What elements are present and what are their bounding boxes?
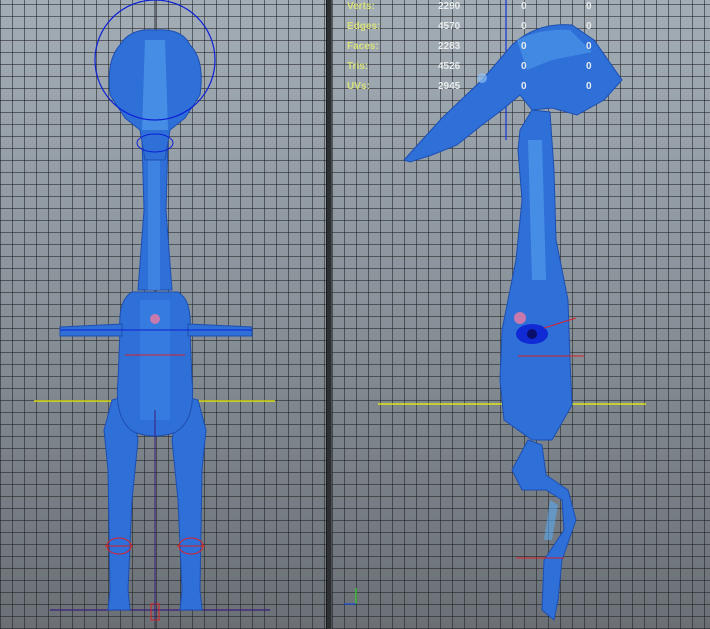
chest-joint[interactable] <box>150 314 160 324</box>
hud-row-edges: Edges: 4570 0 0 <box>347 20 627 40</box>
model-mesh-side[interactable] <box>403 24 623 621</box>
hud-label: Verts: <box>347 1 375 12</box>
hud-row-verts: Verts: 2290 0 0 <box>347 0 627 20</box>
hud-selected: 0 <box>521 1 527 12</box>
hud-selected: 0 <box>521 21 527 32</box>
hud-label: Edges: <box>347 21 381 32</box>
hud-selected: 0 <box>521 41 527 52</box>
hud-selected: 0 <box>521 61 527 72</box>
hud-component: 0 <box>586 1 592 12</box>
hud-row-uvs: UVs: 2945 0 0 <box>347 80 627 100</box>
hud-row-faces: Faces: 2283 0 0 <box>347 40 627 60</box>
hud-selected: 0 <box>521 81 527 92</box>
axis-gizmo <box>344 588 357 605</box>
center-joint-side[interactable] <box>527 329 537 339</box>
hud-component: 0 <box>586 41 592 52</box>
hud-total: 2283 <box>438 41 461 52</box>
hud-label: UVs: <box>347 81 370 92</box>
chest-joint-side[interactable] <box>514 312 526 324</box>
hud-total: 4526 <box>438 61 461 72</box>
hud-total: 4570 <box>438 21 461 32</box>
poly-count-hud: Verts: 2290 0 0 Edges: 4570 0 0 Faces: 2… <box>347 0 627 100</box>
side-viewport[interactable]: Verts: 2290 0 0 Edges: 4570 0 0 Faces: 2… <box>332 0 710 629</box>
hud-label: Faces: <box>347 41 379 52</box>
front-scene <box>34 0 275 629</box>
hud-label: Tris: <box>347 61 369 72</box>
hud-component: 0 <box>586 21 592 32</box>
hud-total: 2290 <box>438 1 461 12</box>
hud-row-tris: Tris: 4526 0 0 <box>347 60 627 80</box>
hud-total: 2945 <box>438 81 461 92</box>
hud-component: 0 <box>586 81 592 92</box>
hud-component: 0 <box>586 61 592 72</box>
front-viewport[interactable] <box>0 0 326 629</box>
